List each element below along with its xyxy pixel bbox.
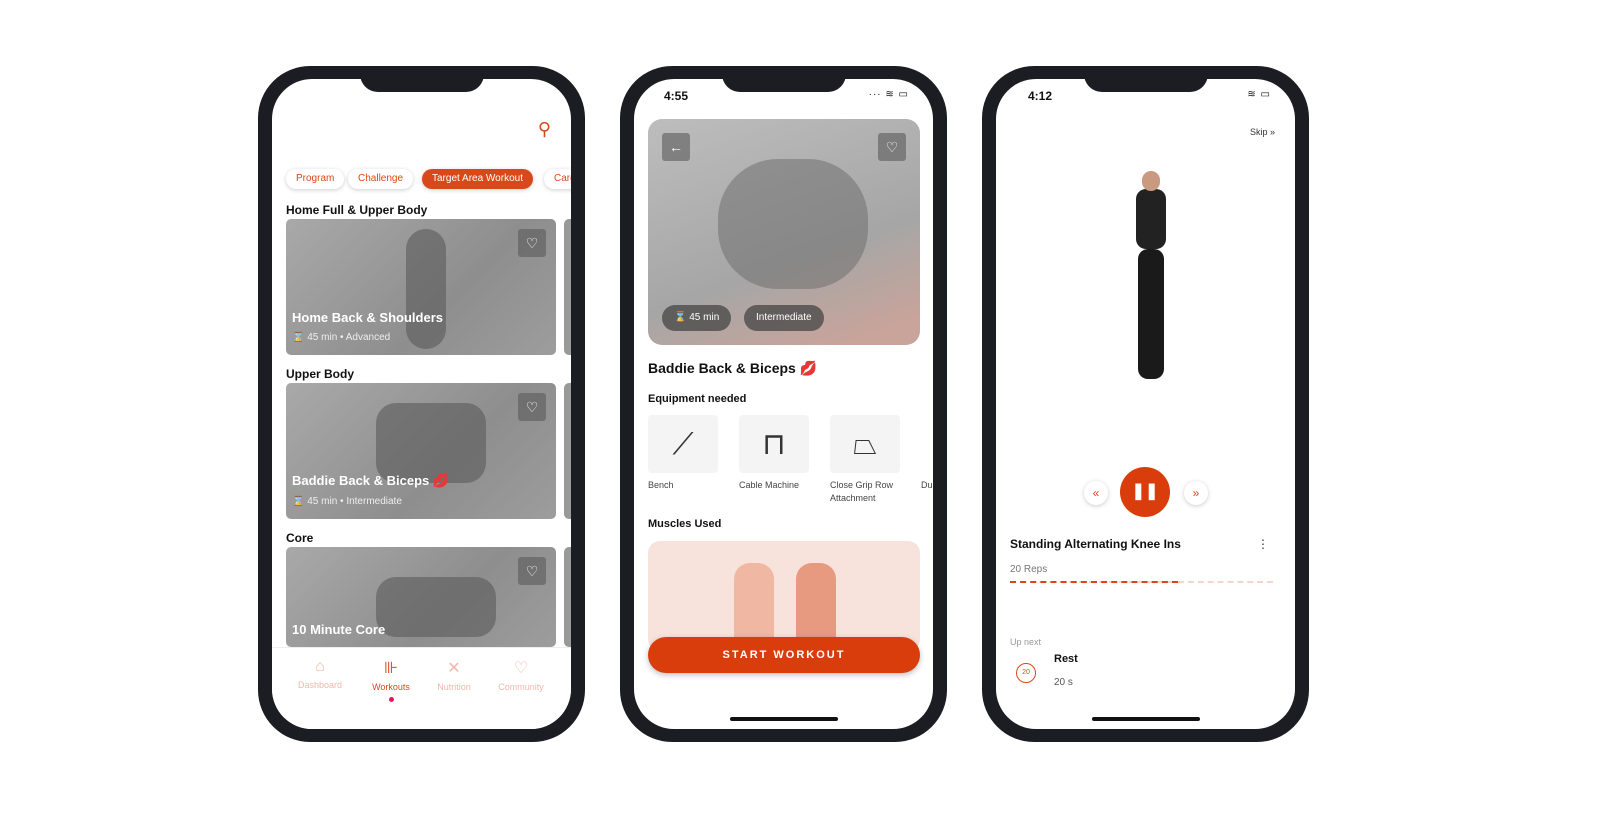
- heart-icon[interactable]: ♡: [518, 393, 546, 421]
- more-options-icon[interactable]: ⋮: [1257, 537, 1269, 551]
- workout-title: Baddie Back & Biceps 💋: [648, 360, 818, 376]
- section-title: Upper Body: [286, 367, 355, 381]
- next-button[interactable]: »: [1184, 481, 1208, 505]
- figure-torso: [1136, 189, 1166, 249]
- phone-workouts-list: ⚲ Program Challenge Target Area Workout …: [258, 66, 585, 742]
- start-workout-button[interactable]: START WORKOUT: [648, 637, 920, 673]
- rep-progress: [1010, 581, 1273, 583]
- next-timer-badge: 20: [1016, 663, 1036, 683]
- card-meta: ⌛ 45 min • Advanced: [292, 332, 391, 343]
- up-next-label: Up next: [1010, 637, 1042, 647]
- exercise-image: [1116, 149, 1186, 419]
- pause-button[interactable]: ❚❚: [1120, 467, 1170, 517]
- workout-card[interactable]: ♡ Baddie Back & Biceps 💋 ⌛ 45 min • Inte…: [286, 383, 556, 519]
- heart-hands-icon: ♡: [513, 660, 529, 677]
- nav-community[interactable]: ♡ Community: [489, 658, 553, 692]
- nav-nutrition[interactable]: ✕ Nutrition: [422, 658, 486, 692]
- notch: [359, 66, 484, 92]
- rep-progress-fill: [1010, 581, 1179, 583]
- notch: [1083, 66, 1208, 92]
- row-attachment-icon: ⏢: [830, 415, 900, 473]
- skip-button[interactable]: Skip »: [1250, 127, 1275, 137]
- equipment-item[interactable]: ⏢ Close Grip Row Attachment: [830, 415, 910, 505]
- nav-dashboard[interactable]: ⌂ Dashboard: [288, 658, 352, 690]
- chip-cardio[interactable]: Cardio: [544, 169, 571, 189]
- status-icons: ··· ≋ ▭: [868, 89, 909, 100]
- status-time: 4:12: [1028, 89, 1053, 103]
- chip-target-area-workout[interactable]: Target Area Workout: [422, 169, 533, 189]
- exercise-title: Standing Alternating Knee Ins: [1010, 537, 1181, 551]
- back-arrow-icon[interactable]: ←: [662, 133, 690, 161]
- section-title: Core: [286, 531, 314, 545]
- card-title: Home Back & Shoulders: [292, 310, 443, 325]
- heart-icon[interactable]: ♡: [878, 133, 906, 161]
- next-card[interactable]: [564, 547, 571, 647]
- notch: [721, 66, 846, 92]
- level-pill: Intermediate: [744, 305, 824, 331]
- workout-image: [376, 577, 496, 637]
- phone-workout-detail: 4:55 ··· ≋ ▭ ← ♡ ⌛ 45 min Intermediate B…: [620, 66, 947, 742]
- duration-pill: ⌛ 45 min: [662, 305, 732, 331]
- bottom-nav: ⌂ Dashboard ⊪ Workouts ✕ Nutrition ♡ Communi…: [272, 647, 571, 729]
- next-duration: 20 s: [1054, 677, 1073, 688]
- muscles-heading: Muscles Used: [648, 518, 722, 530]
- card-meta: ⌛ 45 min • Intermediate: [292, 496, 402, 507]
- heart-icon[interactable]: ♡: [518, 557, 546, 585]
- figure-head: [1142, 171, 1160, 191]
- home-indicator: [729, 717, 838, 721]
- phone-exercise-player: 4:12 ≋ ▭ Skip » « ❚❚ » Standing Alternat…: [982, 66, 1309, 742]
- heart-icon[interactable]: ♡: [518, 229, 546, 257]
- figure-legs: [1138, 249, 1164, 379]
- equipment-image: [921, 415, 933, 473]
- chip-program[interactable]: Program: [286, 169, 345, 189]
- previous-button[interactable]: «: [1084, 481, 1108, 505]
- section-title: Home Full & Upper Body: [286, 203, 428, 217]
- next-card[interactable]: [564, 383, 571, 519]
- active-dot: [388, 697, 394, 702]
- dumbbell-icon: ⊪: [384, 660, 398, 677]
- muscle-map: [648, 541, 920, 653]
- reps-label: 20 Reps: [1010, 564, 1048, 575]
- workout-image: [406, 229, 446, 349]
- search-icon[interactable]: ⚲: [538, 119, 551, 140]
- workout-image: [376, 403, 486, 483]
- next-title: Rest: [1054, 653, 1078, 665]
- card-title: 10 Minute Core: [292, 622, 386, 637]
- cable-machine-icon: ⊓: [739, 415, 809, 473]
- equipment-item[interactable]: Du: [921, 415, 933, 492]
- equipment-heading: Equipment needed: [648, 393, 747, 405]
- card-title: Baddie Back & Biceps 💋: [292, 473, 450, 488]
- home-icon: ⌂: [315, 658, 325, 675]
- hero-image: ← ♡ ⌛ 45 min Intermediate: [648, 119, 920, 345]
- workout-card[interactable]: ♡ Home Back & Shoulders ⌛ 45 min • Advan…: [286, 219, 556, 355]
- equipment-item[interactable]: ⊓ Cable Machine: [739, 415, 819, 492]
- status-icons: ≋ ▭: [1247, 89, 1271, 100]
- workout-figure: [718, 159, 868, 289]
- home-indicator: [1091, 717, 1200, 721]
- equipment-item[interactable]: ⟋ Bench: [648, 415, 728, 492]
- workout-card[interactable]: ♡ 10 Minute Core: [286, 547, 556, 647]
- utensils-icon: ✕: [447, 660, 461, 677]
- nav-workouts[interactable]: ⊪ Workouts: [359, 658, 423, 702]
- bench-icon: ⟋: [648, 415, 718, 473]
- chip-challenge[interactable]: Challenge: [348, 169, 414, 189]
- next-card[interactable]: [564, 219, 571, 355]
- status-time: 4:55: [664, 89, 689, 103]
